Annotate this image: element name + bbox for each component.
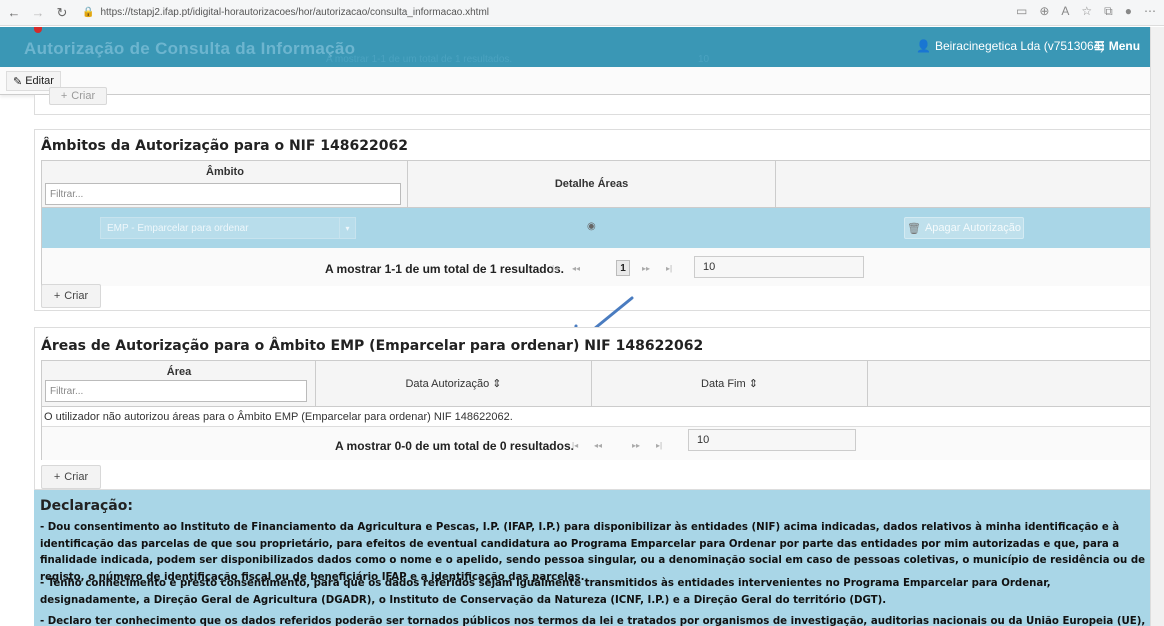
plus-icon: + [53, 471, 61, 483]
empty-row: O utilizador não autorizou áreas para o … [42, 407, 1150, 427]
table-row[interactable]: EMP - Emparcelar para ordenar ▾ ◉ 🗑 Apag… [42, 208, 1150, 248]
rows-per-page-select[interactable]: 10 [694, 256, 864, 278]
declaration-paragraph-2: - Tenho conhecimento e presto consentime… [40, 578, 1051, 606]
last-page-icon[interactable]: ▸| [666, 264, 672, 273]
page-title: Autorização de Consulta da Informação [24, 39, 356, 58]
ambito-filter-input[interactable]: Filtrar... [45, 183, 401, 205]
user-icon: 👤 [916, 39, 931, 53]
edit-label: Editar [25, 75, 54, 87]
ambito-select[interactable]: EMP - Emparcelar para ordenar ▾ [100, 217, 356, 239]
col-header-ambito: Âmbito Filtrar... [42, 161, 408, 208]
ambitos-table: Âmbito Filtrar... Detalhe Áreas EMP - Em… [41, 160, 1151, 286]
top-create-button[interactable]: + Criar [49, 87, 107, 105]
col-header-detalhe: Detalhe Áreas [408, 161, 776, 208]
prev-page-icon[interactable]: ◂◂ [572, 264, 580, 273]
ghost-pager-text: A mostrar 1-1 de um total de 1 resultado… [326, 54, 513, 65]
areas-title: Áreas de Autorização para o Âmbito EMP (… [41, 338, 704, 354]
user-name: Beiracinegetica Lda (v7513064) [934, 39, 1105, 53]
first-page-icon[interactable]: |◂ [552, 264, 558, 273]
col-header-data-fim[interactable]: Data Fim ⇕ [592, 361, 868, 407]
ghost-rows-text: 10 [698, 54, 710, 65]
prev-page-icon[interactable]: ◂◂ [594, 441, 602, 450]
list-icon: ☰ [1094, 39, 1105, 53]
plus-icon: + [53, 290, 61, 302]
next-page-icon[interactable]: ▸▸ [632, 441, 640, 450]
next-page-icon[interactable]: ▸▸ [642, 264, 650, 273]
chevron-down-icon: ▾ [339, 218, 355, 238]
empty-message: O utilizador não autorizou áreas para o … [44, 411, 513, 423]
favorites-icon[interactable]: ☆ [1081, 4, 1092, 19]
last-page-icon[interactable]: ▸| [656, 441, 662, 450]
page-scrollbar[interactable] [1150, 27, 1164, 626]
areas-pager: A mostrar 0-0 de um total de 0 resultado… [42, 427, 1150, 460]
col-header-area: Área Filtrar... [42, 361, 316, 407]
zoom-icon[interactable]: ⊕ [1039, 4, 1049, 19]
url-text: https://tstapj2.ifap.pt/idigital-horauto… [100, 7, 489, 18]
areas-table: Área Filtrar... Data Autorização ⇕ Data … [41, 360, 1151, 460]
reader-icon[interactable]: ▭ [1016, 4, 1027, 19]
rows-per-page-select[interactable]: 10 [688, 429, 856, 451]
col-header-data-autorizacao[interactable]: Data Autorização ⇕ [316, 361, 592, 407]
first-page-icon[interactable]: |◂ [572, 441, 578, 450]
col-header-actions [776, 161, 1150, 208]
declaration-title: Declaração: [40, 498, 133, 514]
declaration-box: Declaração: - Dou consentimento ao Insti… [34, 490, 1154, 626]
ambitos-pager: A mostrar 1-1 de um total de 1 resultado… [42, 248, 1150, 286]
areas-panel: Áreas de Autorização para o Âmbito EMP (… [34, 327, 1158, 490]
eye-icon[interactable]: ◉ [587, 221, 596, 232]
app-header: Autorização de Consulta da Informação A … [0, 27, 1150, 67]
area-filter-input[interactable]: Filtrar... [45, 380, 307, 402]
browser-toolbar: ← → ↻ 🔒 https://tstapj2.ifap.pt/idigital… [0, 0, 1164, 26]
ambitos-create-button[interactable]: + Criar [41, 284, 101, 308]
trash-icon: 🗑 [907, 222, 921, 235]
areas-create-button[interactable]: + Criar [41, 465, 101, 489]
menu-label: Menu [1108, 39, 1141, 53]
reload-icon[interactable]: ↻ [52, 3, 72, 23]
address-bar[interactable]: 🔒 https://tstapj2.ifap.pt/idigital-horau… [78, 3, 1038, 23]
plus-icon: + [60, 90, 68, 102]
pencil-icon: ✎ [13, 75, 23, 88]
edit-toolbar: ✎ Editar [0, 67, 1150, 95]
user-menu[interactable]: 👤 Beiracinegetica Lda (v7513064) [916, 39, 1104, 53]
ambitos-title: Âmbitos da Autorização para o NIF 148622… [41, 138, 408, 154]
menu-button[interactable]: ☰ Menu [1094, 39, 1140, 53]
more-icon[interactable]: ⋯ [1144, 4, 1156, 19]
back-icon[interactable]: ← [4, 3, 24, 23]
forward-icon[interactable]: → [28, 3, 48, 23]
collections-icon[interactable]: ⧉ [1104, 4, 1113, 19]
areas-pager-text: A mostrar 0-0 de um total de 0 resultado… [335, 439, 574, 453]
col-header-actions [868, 361, 1150, 407]
page-number-button[interactable]: 1 [616, 260, 630, 276]
ambitos-panel: Âmbitos da Autorização para o NIF 148622… [34, 129, 1158, 311]
delete-authorization-button[interactable]: 🗑 Apagar Autorização [904, 217, 1024, 239]
browser-actions: ▭ ⊕ A ☆ ⧉ ● ⋯ [1016, 4, 1156, 19]
read-aloud-icon[interactable]: A [1061, 4, 1069, 19]
lock-icon: 🔒 [82, 7, 95, 18]
declaration-paragraph-3: - Declaro ter conhecimento que os dados … [40, 616, 1148, 626]
profile-icon[interactable]: ● [1125, 4, 1132, 19]
top-partial-panel: + Criar [34, 87, 1158, 115]
ambitos-pager-text: A mostrar 1-1 de um total de 1 resultado… [325, 262, 564, 276]
